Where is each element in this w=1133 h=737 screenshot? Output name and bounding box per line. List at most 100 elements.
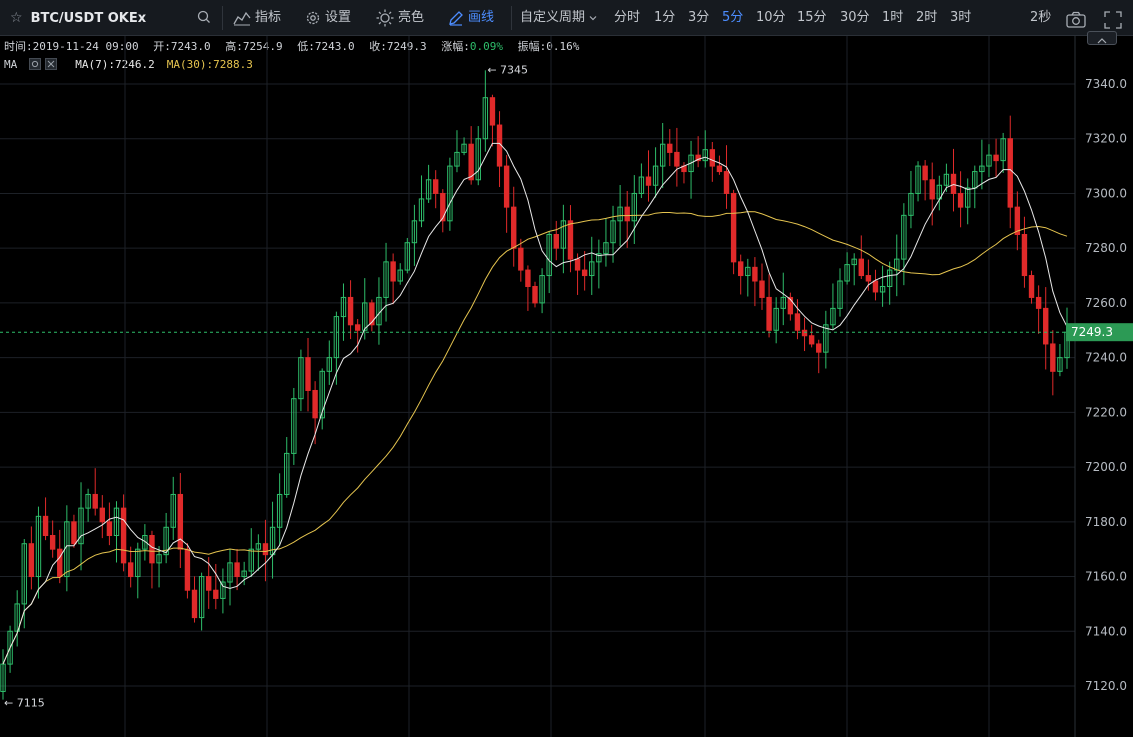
candles bbox=[0, 70, 1070, 700]
candle-body bbox=[957, 192, 964, 208]
candle-body bbox=[177, 493, 184, 550]
period-1m[interactable]: 1分 bbox=[654, 0, 675, 36]
camera-icon[interactable] bbox=[1066, 8, 1086, 28]
candle-body bbox=[532, 285, 538, 304]
candle-body bbox=[99, 507, 106, 523]
draw-line-label: 画线 bbox=[468, 10, 495, 25]
search-icon[interactable] bbox=[196, 9, 212, 25]
candle-body bbox=[503, 165, 510, 208]
candle-body bbox=[57, 548, 63, 578]
candle-body bbox=[42, 515, 49, 537]
candle-body bbox=[624, 206, 630, 222]
candle-body bbox=[816, 343, 822, 353]
draw-line-button[interactable]: 画线 bbox=[448, 0, 494, 36]
candlestick-chart[interactable]: 7120.0 7140.0 7160.0 7180.0 7200.0 7220.0 7240… bbox=[0, 36, 1133, 737]
favorite-star-icon[interactable]: ☆ bbox=[10, 10, 23, 26]
candle-body bbox=[752, 266, 758, 282]
period-5m[interactable]: 5分 bbox=[722, 0, 743, 36]
y-tick-label: 7160.0 bbox=[1085, 570, 1127, 584]
candle-body bbox=[184, 548, 191, 591]
candle-body bbox=[49, 535, 56, 550]
candle-body bbox=[709, 149, 716, 167]
candle-body bbox=[723, 171, 730, 194]
period-10m[interactable]: 10分 bbox=[756, 0, 786, 36]
candle-body bbox=[738, 261, 744, 277]
candle-body bbox=[759, 280, 765, 298]
candle-body bbox=[645, 176, 652, 186]
toolbar-divider bbox=[511, 6, 512, 30]
candle-body bbox=[929, 179, 935, 200]
current-price-label: 7249.3 bbox=[1071, 325, 1113, 339]
candle-body bbox=[312, 389, 318, 419]
indicators-button[interactable]: 指标 bbox=[233, 0, 281, 36]
gear-icon bbox=[306, 11, 320, 25]
indicators-label: 指标 bbox=[255, 10, 282, 25]
candle-body bbox=[127, 562, 134, 578]
candle-body bbox=[872, 280, 879, 293]
vertical-grid bbox=[124, 36, 990, 737]
candle-body bbox=[581, 269, 588, 277]
candle-body bbox=[518, 247, 524, 271]
period-1h[interactable]: 1时 bbox=[882, 0, 903, 36]
theme-toggle-button[interactable]: 亮色 bbox=[376, 0, 424, 36]
candle-body bbox=[191, 589, 198, 619]
y-tick-label: 7320.0 bbox=[1085, 132, 1127, 146]
refresh-interval[interactable]: 2秒 bbox=[1030, 0, 1051, 36]
theme-label: 亮色 bbox=[398, 10, 425, 25]
candle-body bbox=[1035, 296, 1042, 309]
candle-body bbox=[567, 220, 574, 260]
candle-body bbox=[28, 543, 35, 578]
ma7-line bbox=[2, 142, 1068, 665]
period-15m[interactable]: 15分 bbox=[797, 0, 827, 36]
candle-body bbox=[262, 543, 269, 556]
candle-body bbox=[432, 179, 439, 194]
candle-body bbox=[1043, 307, 1049, 345]
y-tick-label: 7300.0 bbox=[1085, 186, 1127, 200]
indicators-icon bbox=[233, 11, 251, 26]
min-price-marker: ← 7115 bbox=[4, 697, 45, 710]
candle-body bbox=[674, 151, 680, 167]
y-tick-label: 7120.0 bbox=[1085, 679, 1127, 693]
chevron-down-icon bbox=[589, 16, 597, 21]
candle-body bbox=[993, 154, 999, 162]
candle-body bbox=[865, 275, 872, 282]
candle-body bbox=[92, 493, 98, 509]
y-tick-label: 7260.0 bbox=[1085, 296, 1127, 310]
candle-body bbox=[1028, 275, 1035, 298]
candle-body bbox=[1021, 234, 1028, 277]
candle-body bbox=[390, 261, 396, 282]
candle-body bbox=[574, 258, 581, 271]
candle-body bbox=[730, 192, 737, 263]
fullscreen-icon[interactable] bbox=[1104, 8, 1122, 29]
custom-period-label: 自定义周期 bbox=[520, 10, 586, 25]
candle-body bbox=[213, 589, 219, 599]
y-tick-label: 7240.0 bbox=[1085, 351, 1127, 365]
settings-button[interactable]: 设置 bbox=[305, 0, 351, 36]
period-2h[interactable]: 2时 bbox=[916, 0, 937, 36]
candle-body bbox=[667, 143, 673, 153]
period-fenshi[interactable]: 分时 bbox=[614, 0, 640, 36]
pencil-icon bbox=[449, 11, 463, 26]
candle-body bbox=[1007, 138, 1013, 208]
horizontal-grid: 7120.0 7140.0 7160.0 7180.0 7200.0 7220.0 7240… bbox=[0, 77, 1127, 693]
candle-body bbox=[794, 313, 801, 331]
period-3h[interactable]: 3时 bbox=[950, 0, 971, 36]
candle-body bbox=[149, 535, 155, 564]
y-tick-label: 7140.0 bbox=[1085, 624, 1127, 638]
sun-icon bbox=[376, 9, 394, 27]
candle-body bbox=[71, 521, 77, 545]
candle-body bbox=[766, 296, 772, 331]
toolbar: ☆ BTC/USDT OKEx 指标 设置 亮色 画线 自定义周期 分时 1分 3… bbox=[0, 0, 1133, 36]
candle-body bbox=[440, 192, 446, 222]
candle-body bbox=[354, 324, 361, 331]
period-3m[interactable]: 3分 bbox=[688, 0, 709, 36]
candle-body bbox=[525, 269, 531, 287]
candle-body bbox=[347, 296, 354, 326]
settings-label: 设置 bbox=[325, 10, 352, 25]
candle-body bbox=[106, 521, 113, 536]
candle-body bbox=[305, 357, 311, 391]
period-30m[interactable]: 30分 bbox=[840, 0, 870, 36]
max-price-marker: ← 7345 bbox=[487, 63, 528, 76]
symbol-selector[interactable]: ☆ BTC/USDT OKEx bbox=[10, 0, 146, 36]
custom-period-dropdown[interactable]: 自定义周期 bbox=[520, 0, 597, 36]
